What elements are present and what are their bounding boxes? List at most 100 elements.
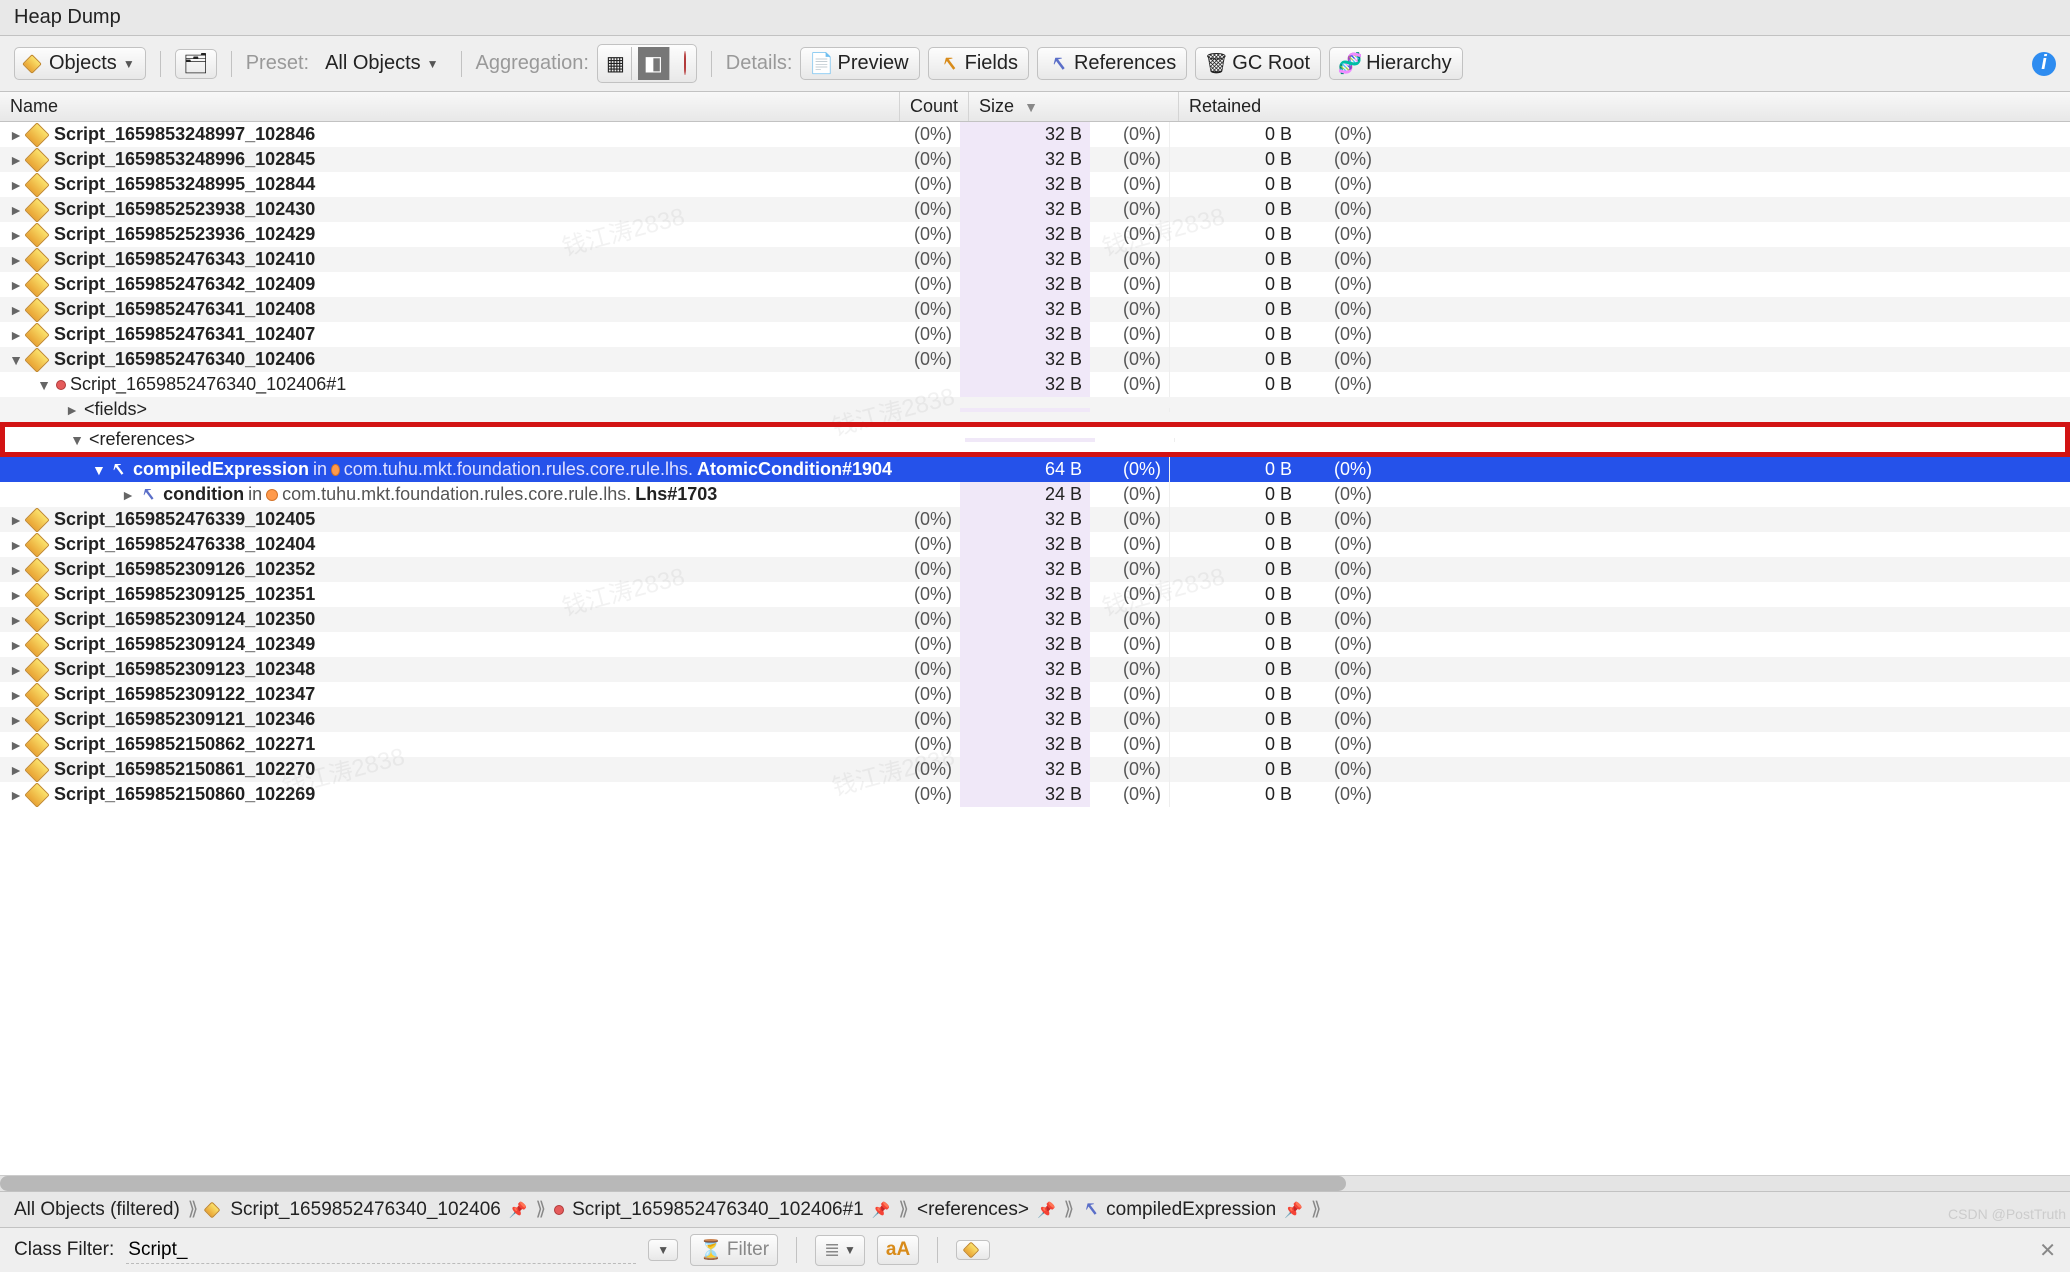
bc-compiled-expression[interactable]: compiledExpression	[1106, 1199, 1276, 1221]
expander-icon[interactable]: ▼	[36, 377, 52, 393]
expander-icon[interactable]: ►	[8, 737, 24, 753]
close-button[interactable]: ✕	[2039, 1238, 2056, 1263]
table-row[interactable]: ►Script_1659852476341_102407(0%)32 B(0%)…	[0, 322, 2070, 347]
table-row[interactable]: ►↖condition in com.tuhu.mkt.foundation.r…	[0, 482, 2070, 507]
pin-icon[interactable]: 📌	[872, 1201, 891, 1219]
table-row[interactable]: ►Script_1659853248996_102845(0%)32 B(0%)…	[0, 147, 2070, 172]
expander-icon[interactable]: ►	[8, 252, 24, 268]
table-row[interactable]: ►Script_1659852309123_102348(0%)32 B(0%)…	[0, 657, 2070, 682]
expander-icon[interactable]: ►	[8, 662, 24, 678]
expander-icon[interactable]: ►	[8, 587, 24, 603]
view-mode-button[interactable]: ≣ ▼	[815, 1235, 865, 1266]
table-row[interactable]: ►Script_1659852476338_102404(0%)32 B(0%)…	[0, 532, 2070, 557]
cell-retained: 0 B	[1170, 272, 1300, 297]
expander-icon[interactable]: ►	[8, 277, 24, 293]
col-size[interactable]: Size ▼	[969, 92, 1179, 121]
pin-icon[interactable]: 📌	[1284, 1201, 1303, 1219]
table-row[interactable]: ►Script_1659852150860_102269(0%)32 B(0%)…	[0, 782, 2070, 807]
col-retained[interactable]: Retained	[1179, 92, 1389, 121]
class-button[interactable]	[956, 1240, 990, 1260]
expander-icon[interactable]: ►	[8, 787, 24, 803]
table-row[interactable]: ►Script_1659852523936_102429(0%)32 B(0%)…	[0, 222, 2070, 247]
gcroot-button[interactable]: 🗑 GC Root	[1195, 47, 1321, 80]
table-row[interactable]: ►Script_1659852476342_102409(0%)32 B(0%)…	[0, 272, 2070, 297]
cell-retained: 0 B	[1170, 247, 1300, 272]
class-icon	[24, 657, 49, 682]
bc-script-class[interactable]: Script_1659852476340_102406	[230, 1199, 500, 1221]
col-count[interactable]: Count	[900, 92, 969, 121]
table-row[interactable]: ►Script_1659852150862_102271(0%)32 B(0%)…	[0, 732, 2070, 757]
expander-icon[interactable]: ►	[8, 327, 24, 343]
agg-grid-icon[interactable]: ▦	[600, 47, 632, 80]
table-row[interactable]: ►<fields>	[0, 397, 2070, 422]
table-row[interactable]: ►Script_1659852150861_102270(0%)32 B(0%)…	[0, 757, 2070, 782]
table-row[interactable]: ►Script_1659852476339_102405(0%)32 B(0%)…	[0, 507, 2070, 532]
expander-icon[interactable]: ►	[8, 562, 24, 578]
expander-icon[interactable]: ►	[8, 612, 24, 628]
expander-icon[interactable]: ►	[8, 202, 24, 218]
table-row[interactable]: ▼↖compiledExpression in com.tuhu.mkt.fou…	[0, 457, 2070, 482]
table-row[interactable]: ►Script_1659853248997_102846(0%)32 B(0%)…	[0, 122, 2070, 147]
table-row[interactable]: ▼Script_1659852476340_102406(0%)32 B(0%)…	[0, 347, 2070, 372]
col-name[interactable]: Name	[0, 92, 900, 121]
table-row[interactable]: ►Script_1659852309126_102352(0%)32 B(0%)…	[0, 557, 2070, 582]
objects-dropdown[interactable]: Objects ▼	[14, 47, 146, 80]
horizontal-scrollbar[interactable]	[0, 1175, 2070, 1191]
scroll-thumb[interactable]	[0, 1176, 1346, 1191]
preset-dropdown[interactable]: All Objects ▼	[317, 48, 446, 79]
cell-size: 32 B	[960, 372, 1090, 397]
table-body[interactable]: 钱江涛2838 钱江涛2838 钱江涛2838 钱江涛2838 钱江涛2838 …	[0, 122, 2070, 1175]
filter-dropdown[interactable]: ▼	[648, 1239, 678, 1261]
bc-references[interactable]: <references>	[917, 1199, 1029, 1221]
pin-icon[interactable]: 📌	[509, 1201, 528, 1219]
agg-dot-icon[interactable]	[676, 48, 694, 79]
expander-icon[interactable]: ►	[8, 537, 24, 553]
table-row[interactable]: ►Script_1659852523938_102430(0%)32 B(0%)…	[0, 197, 2070, 222]
expander-icon[interactable]: ►	[120, 487, 136, 503]
expander-icon[interactable]: ►	[8, 687, 24, 703]
cell-count	[900, 468, 960, 472]
info-button[interactable]: i	[2032, 52, 2056, 76]
expander-icon[interactable]: ►	[8, 227, 24, 243]
table-row[interactable]: ►Script_1659852309122_102347(0%)32 B(0%)…	[0, 682, 2070, 707]
archive-button[interactable]: 🗂	[175, 49, 217, 79]
expander-icon[interactable]: ▼	[69, 432, 85, 448]
fields-button[interactable]: ↖ Fields	[928, 47, 1029, 80]
expander-icon[interactable]: ►	[8, 512, 24, 528]
class-filter-input[interactable]	[126, 1237, 636, 1264]
bc-instance[interactable]: Script_1659852476340_102406#1	[572, 1199, 864, 1221]
table-row[interactable]: ►Script_1659852309121_102346(0%)32 B(0%)…	[0, 707, 2070, 732]
table-row[interactable]: ►Script_1659852309125_102351(0%)32 B(0%)…	[0, 582, 2070, 607]
expander-icon[interactable]: ►	[64, 402, 80, 418]
cell-size-pct	[1095, 438, 1175, 442]
table-row[interactable]: ▼<references>	[5, 427, 2065, 452]
bc-all-objects[interactable]: All Objects (filtered)	[14, 1199, 180, 1221]
case-button[interactable]: aA	[877, 1235, 919, 1265]
cell-size: 32 B	[960, 532, 1090, 557]
agg-box-icon[interactable]: ◧	[638, 47, 670, 80]
expander-icon[interactable]: ▼	[92, 462, 106, 478]
expander-icon[interactable]: ►	[8, 762, 24, 778]
table-row[interactable]: ►Script_1659852476341_102408(0%)32 B(0%)…	[0, 297, 2070, 322]
expander-icon[interactable]: ►	[8, 712, 24, 728]
expander-icon[interactable]: ►	[8, 637, 24, 653]
expander-icon[interactable]: ►	[8, 127, 24, 143]
table-row[interactable]: ►Script_1659852309124_102349(0%)32 B(0%)…	[0, 632, 2070, 657]
expander-icon[interactable]: ►	[8, 152, 24, 168]
cell-count: (0%)	[900, 197, 960, 222]
table-row[interactable]: ►Script_1659853248995_102844(0%)32 B(0%)…	[0, 172, 2070, 197]
objects-label: Objects	[49, 52, 117, 75]
references-button[interactable]: ↖ References	[1037, 47, 1187, 80]
expander-icon[interactable]: ▼	[8, 352, 24, 368]
expander-icon[interactable]: ►	[8, 302, 24, 318]
table-row[interactable]: ▼Script_1659852476340_102406#132 B(0%)0 …	[0, 372, 2070, 397]
filter-button[interactable]: ⏳ Filter	[690, 1234, 778, 1266]
expander-icon[interactable]: ►	[8, 177, 24, 193]
hierarchy-button[interactable]: 🧬 Hierarchy	[1329, 47, 1463, 80]
preview-button[interactable]: 📄 Preview	[800, 47, 919, 80]
table-row[interactable]: ►Script_1659852476343_102410(0%)32 B(0%)…	[0, 247, 2070, 272]
table-row[interactable]: ►Script_1659852309124_102350(0%)32 B(0%)…	[0, 607, 2070, 632]
class-icon	[24, 222, 49, 247]
cell-size-pct: (0%)	[1090, 482, 1170, 507]
pin-icon[interactable]: 📌	[1037, 1201, 1056, 1219]
